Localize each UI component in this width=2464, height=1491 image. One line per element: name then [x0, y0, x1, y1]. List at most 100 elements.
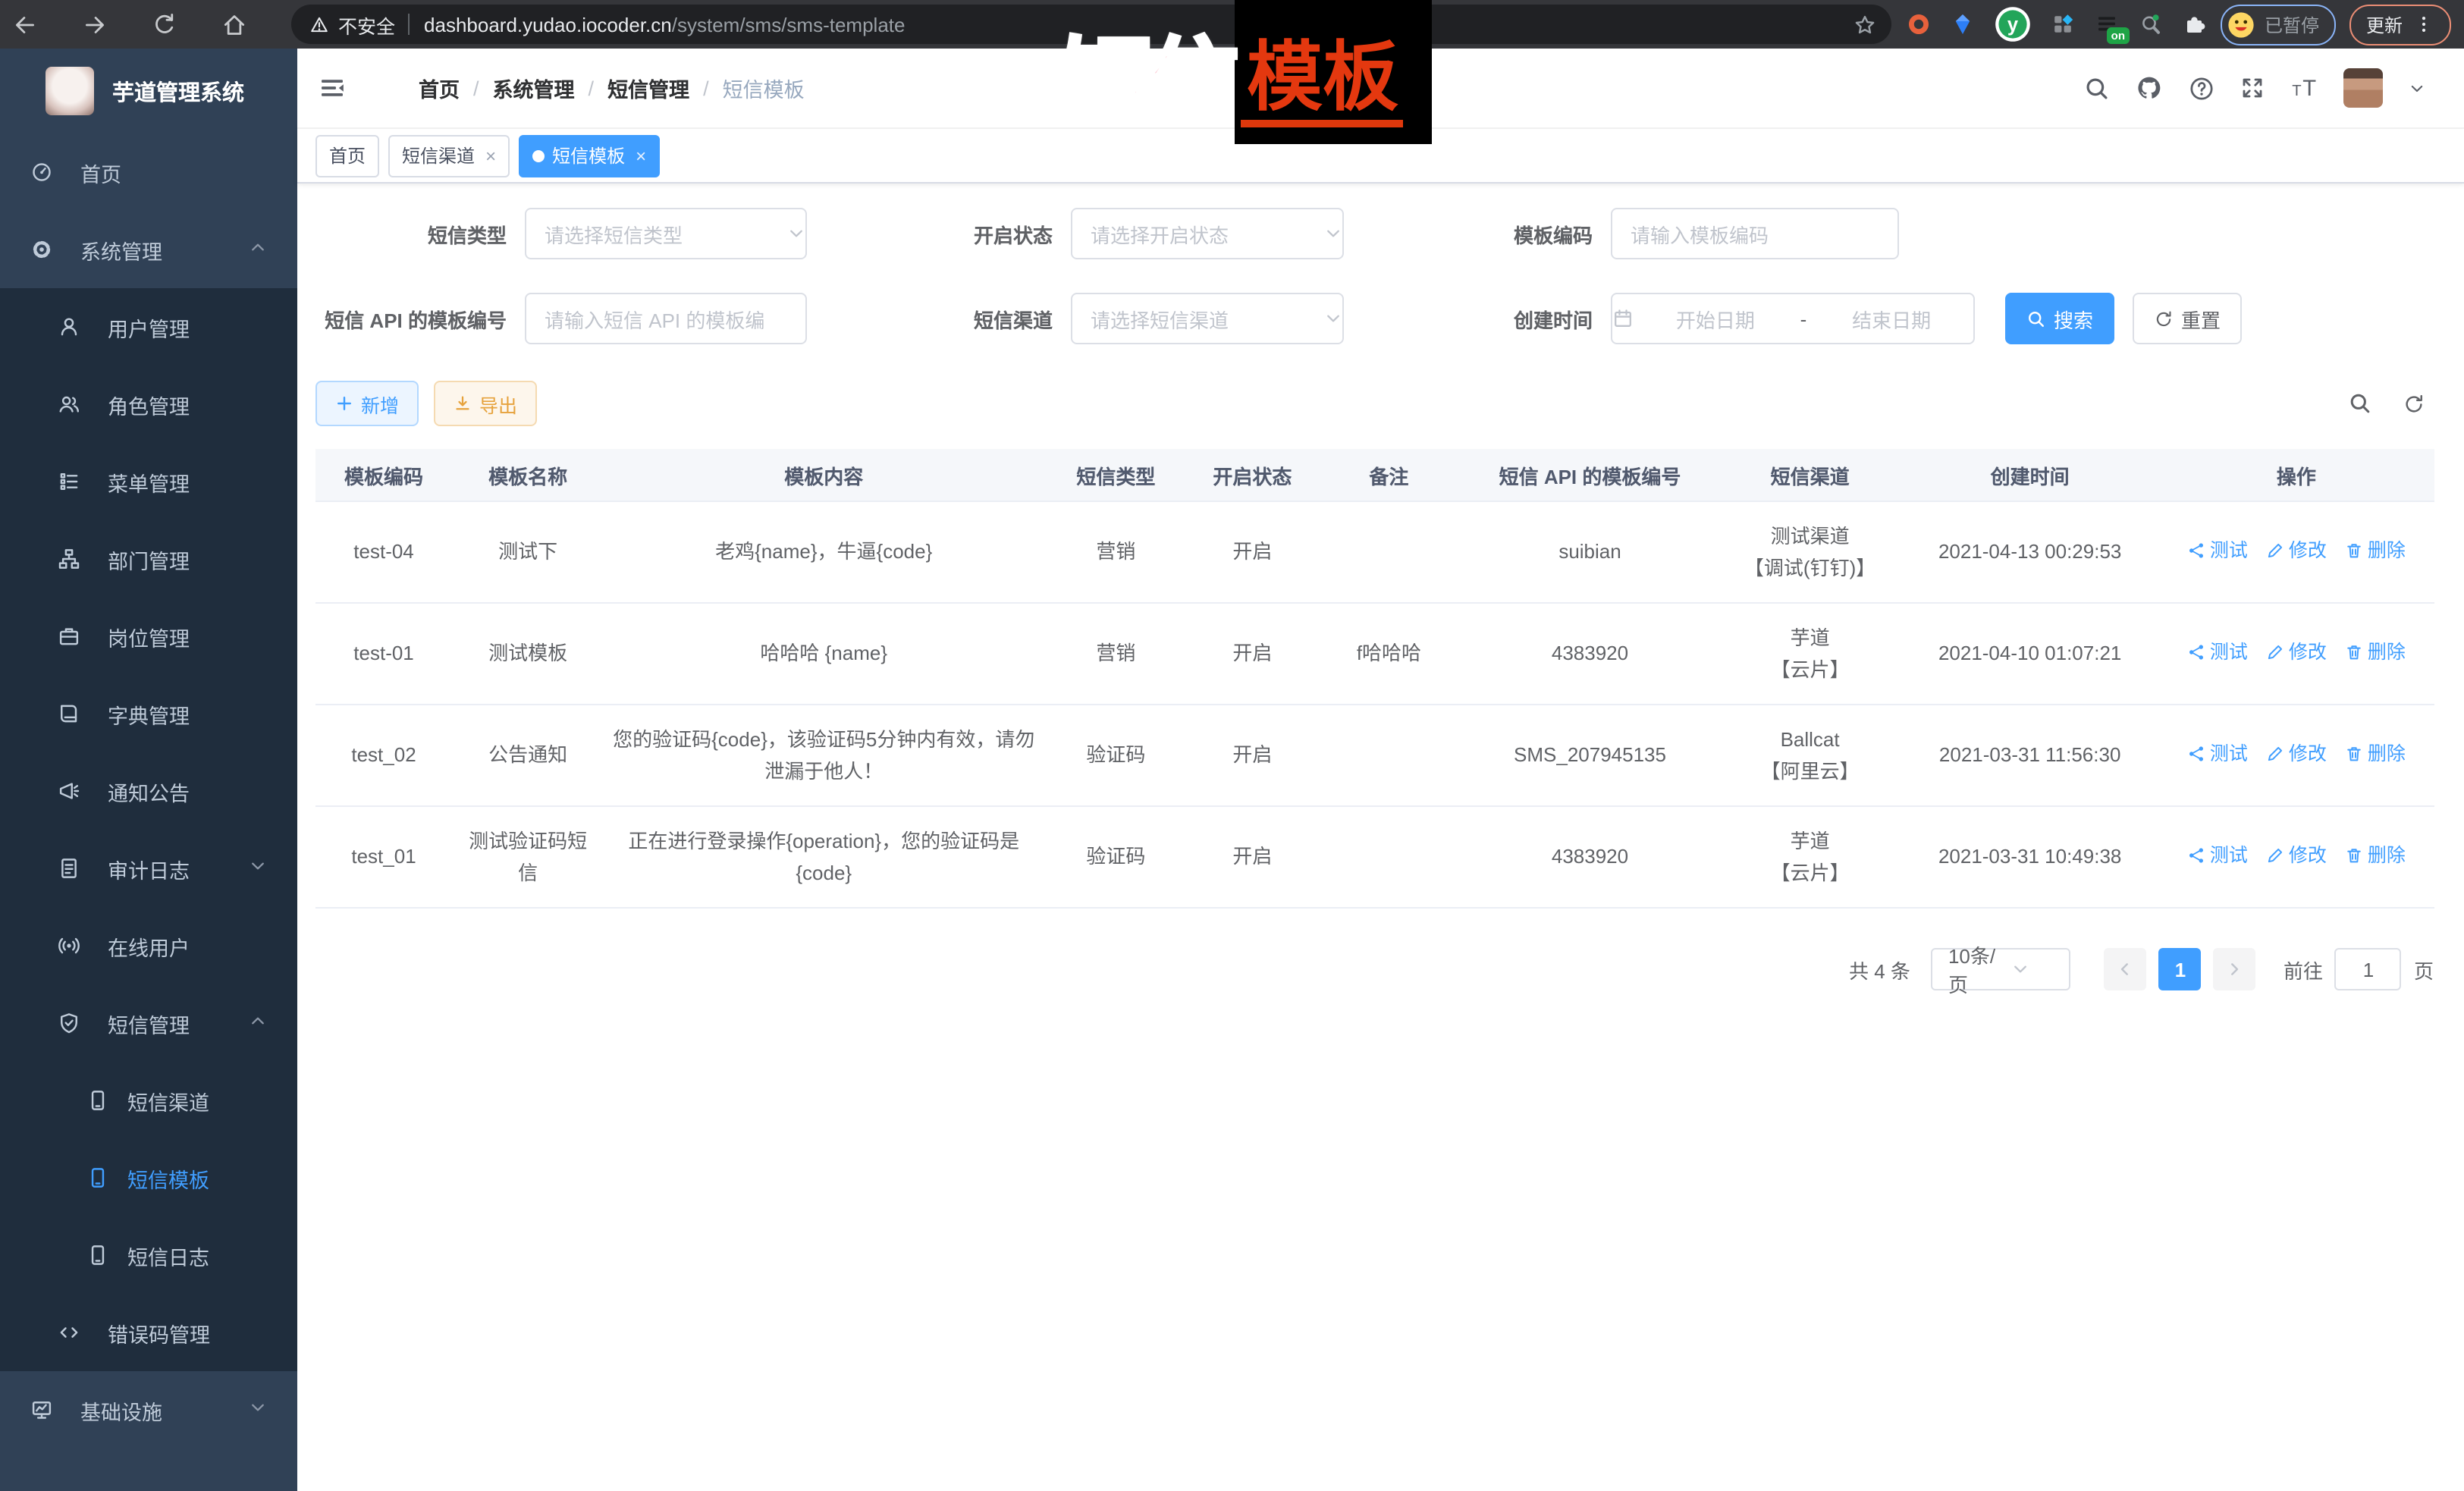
sidebar-item-label: 系统管理 [80, 234, 162, 265]
plus-icon [335, 394, 353, 413]
add-button[interactable]: 新增 [315, 381, 419, 426]
sidebar-item-system[interactable]: 系统管理 [0, 211, 297, 288]
close-tab-icon[interactable]: × [636, 145, 646, 166]
tab-短信模板[interactable]: 短信模板× [519, 134, 660, 177]
refresh-table-icon[interactable] [2402, 392, 2425, 415]
extensions-puzzle-icon[interactable] [2183, 12, 2207, 36]
avatar-caret-icon[interactable] [2408, 80, 2425, 96]
channel-name: 芋道 [1728, 824, 1892, 857]
breadcrumb-item[interactable]: 系统管理 [493, 73, 575, 103]
ext-list-icon[interactable]: on [2095, 12, 2119, 36]
page-size-select[interactable]: 10条/页 [1932, 948, 2071, 990]
sidebar-item-label: 短信渠道 [127, 1085, 209, 1116]
home-icon[interactable] [221, 11, 247, 37]
user-avatar[interactable] [2343, 68, 2382, 108]
tab-首页[interactable]: 首页 [315, 134, 379, 177]
edit-link[interactable]: 修改 [2266, 535, 2327, 566]
edit-link[interactable]: 修改 [2266, 840, 2327, 871]
table-row: test_02公告通知您的验证码{code}，该验证码5分钟内有效，请勿泄漏于他… [315, 705, 2434, 806]
sidebar-item-dept[interactable]: 部门管理 [0, 520, 297, 598]
test-link[interactable]: 测试 [2187, 535, 2248, 566]
sidebar-item-sms-template[interactable]: 短信模板 [0, 1139, 297, 1216]
select-field[interactable]: 请选择短信渠道 [1071, 293, 1344, 344]
edit-link[interactable]: 修改 [2266, 738, 2327, 769]
ext-gem-icon[interactable] [1951, 12, 1975, 36]
ext-donut-icon[interactable] [1907, 12, 1931, 36]
reset-button[interactable]: 重置 [2133, 293, 2242, 344]
test-link[interactable]: 测试 [2187, 738, 2248, 769]
delete-link[interactable]: 删除 [2345, 636, 2406, 667]
profile-paused-button[interactable]: 已暂停 [2221, 4, 2336, 45]
next-page-button[interactable] [2214, 948, 2256, 990]
chrome-update-button[interactable]: 更新 [2349, 4, 2451, 45]
ext-y-circle-icon[interactable]: y [1995, 6, 2031, 42]
sidebar-item-label: 在线用户 [108, 931, 190, 961]
bookmark-star-icon[interactable] [1853, 13, 1876, 36]
address-bar[interactable]: 不安全 dashboard.yudao.iocoder.cn/system/sm… [291, 5, 1891, 44]
search-icon[interactable] [2083, 75, 2109, 101]
edit-icon [2266, 745, 2284, 763]
app-logo: 芋道管理系统 [0, 49, 297, 133]
action-label: 删除 [2368, 840, 2406, 871]
ext-dropper-icon[interactable] [2139, 12, 2163, 36]
sidebar-item-sms-log[interactable]: 短信日志 [0, 1216, 297, 1294]
text-size-icon[interactable]: TT [2290, 74, 2317, 102]
sidebar-item-notice[interactable]: 通知公告 [0, 752, 297, 830]
delete-link[interactable]: 删除 [2345, 535, 2406, 566]
cell-remark: f哈哈哈 [1317, 603, 1461, 705]
sidebar-item-dict[interactable]: 字典管理 [0, 675, 297, 752]
github-icon[interactable] [2135, 74, 2162, 102]
user-icon [58, 315, 80, 338]
edit-link[interactable]: 修改 [2266, 636, 2327, 667]
forward-icon[interactable] [82, 11, 108, 37]
sidebar-item-errcode[interactable]: 错误码管理 [0, 1294, 297, 1371]
cell-content: 老鸡{name}，牛逼{code} [604, 501, 1044, 603]
sidebar-item-label: 首页 [80, 157, 121, 187]
back-icon[interactable] [12, 11, 38, 37]
sidebar-item-online[interactable]: 在线用户 [0, 907, 297, 984]
sidebar-item-sms-channel[interactable]: 短信渠道 [0, 1062, 297, 1139]
share-icon [2187, 846, 2205, 865]
search-button[interactable]: 搜索 [2005, 293, 2114, 344]
delete-link[interactable]: 删除 [2345, 738, 2406, 769]
input-field[interactable]: 请输入短信 API 的模板编 [525, 293, 807, 344]
browser-menu-dots-icon[interactable] [2413, 14, 2434, 35]
daterange-field[interactable]: 开始日期-结束日期 [1611, 293, 1975, 344]
channel-code: 【云片】 [1728, 654, 1892, 686]
close-tab-icon[interactable]: × [485, 145, 496, 166]
sidebar-item-menu[interactable]: 菜单管理 [0, 443, 297, 520]
fullscreen-icon[interactable] [2240, 76, 2264, 100]
select-field[interactable]: 请选择开启状态 [1071, 208, 1344, 259]
sidebar-item-sms[interactable]: 短信管理 [0, 984, 297, 1062]
breadcrumb-item[interactable]: 短信管理 [607, 73, 689, 103]
collapse-sidebar-icon[interactable] [319, 74, 346, 102]
cell-code: test_02 [315, 705, 452, 806]
sidebar-item-audit[interactable]: 审计日志 [0, 830, 297, 907]
breadcrumb-item[interactable]: 首页 [419, 73, 460, 103]
reload-icon[interactable] [152, 11, 177, 37]
sidebar-item-post[interactable]: 岗位管理 [0, 598, 297, 675]
goto-page-input[interactable]: 1 [2335, 948, 2402, 990]
prev-page-button[interactable] [2105, 948, 2147, 990]
sidebar-item-user[interactable]: 用户管理 [0, 288, 297, 366]
ext-grid-icon[interactable] [2051, 12, 2075, 36]
tab-短信渠道[interactable]: 短信渠道× [388, 134, 510, 177]
select-field[interactable]: 请选择短信类型 [525, 208, 807, 259]
start-date-placeholder: 开始日期 [1634, 304, 1797, 333]
delete-link[interactable]: 删除 [2345, 840, 2406, 871]
test-link[interactable]: 测试 [2187, 636, 2248, 667]
help-icon[interactable] [2188, 75, 2214, 101]
cell-created-at: 2021-04-13 00:29:53 [1901, 501, 2159, 603]
sidebar-item-infra[interactable]: 基础设施 [0, 1371, 297, 1449]
sidebar-item-home[interactable]: 首页 [0, 133, 297, 211]
test-link[interactable]: 测试 [2187, 840, 2248, 871]
column-header: 模板名称 [452, 449, 604, 501]
toggle-search-icon[interactable] [2347, 391, 2371, 416]
channel-code: 【云片】 [1728, 857, 1892, 890]
export-button[interactable]: 导出 [434, 381, 537, 426]
phone-icon [86, 1244, 109, 1267]
sidebar: 芋道管理系统 首页系统管理用户管理角色管理菜单管理部门管理岗位管理字典管理通知公… [0, 49, 297, 1491]
input-field[interactable]: 请输入模板编码 [1611, 208, 1899, 259]
sidebar-item-role[interactable]: 角色管理 [0, 366, 297, 443]
page-1-button[interactable]: 1 [2159, 948, 2202, 990]
